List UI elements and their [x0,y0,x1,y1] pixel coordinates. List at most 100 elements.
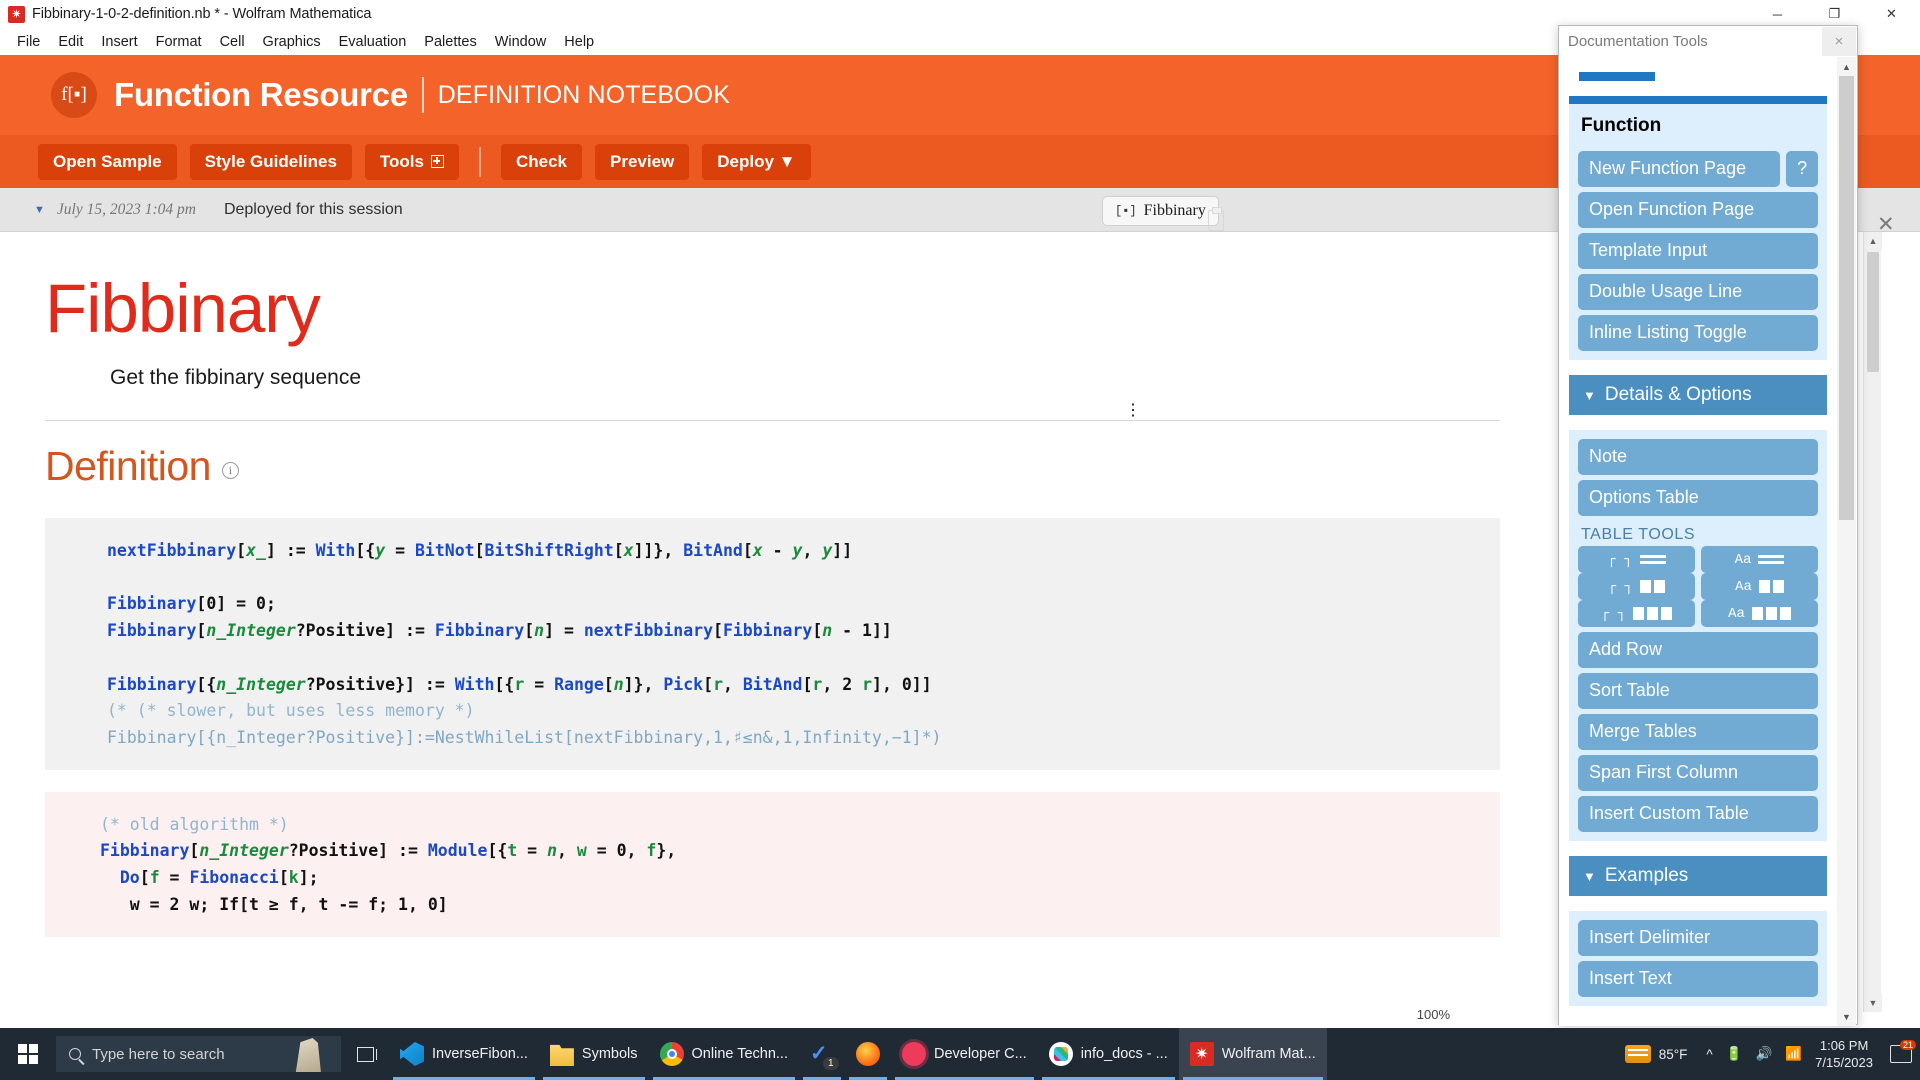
function-help-button[interactable]: ? [1786,151,1818,187]
table-bracket-2-button[interactable]: ┌ ┐ [1578,573,1695,600]
code-token: [ [278,868,289,888]
menu-evaluation[interactable]: Evaluation [330,32,416,52]
deployment-date: July 15, 2023 1:04 pm [56,200,196,218]
menu-format[interactable]: Format [147,32,211,52]
taskbar-item-label: Developer C... [934,1046,1027,1062]
minimize-button[interactable]: ─ [1749,0,1806,28]
code-token: ]; [298,868,319,888]
style-guidelines-button[interactable]: Style Guidelines [189,143,352,180]
start-button[interactable] [0,1028,56,1080]
taskbar-item[interactable]: info_docs - ... [1038,1028,1179,1080]
code-token: ?Positive}] := [305,674,455,694]
chevron-down-icon[interactable]: ▼ [34,204,45,216]
check-button[interactable]: Check [500,143,583,180]
code-token: , 2 [822,674,863,694]
options-table-button[interactable]: Options Table [1578,480,1818,516]
code-cell-old-algorithm[interactable]: (* old algorithm *) Fibbinary[n_Integer?P… [45,791,1500,937]
taskbar-item[interactable] [845,1028,891,1080]
close-button[interactable]: ✕ [1863,0,1920,28]
palette-scrollbar-thumb[interactable] [1839,76,1854,520]
preview-button[interactable]: Preview [595,143,690,180]
insert-custom-table-button[interactable]: Insert Custom Table [1578,796,1818,832]
code-token: [ [189,841,200,861]
scroll-up-icon[interactable]: ▲ [1864,232,1882,250]
palette-scroll-down-icon[interactable]: ▼ [1837,1007,1856,1026]
taskbar-item[interactable]: ✷ Wolfram Mat... [1178,1028,1327,1080]
info-icon[interactable]: i [221,462,239,479]
palette-group-function: Function New Function Page ? Open Functi… [1569,96,1827,360]
window-title: Fibbinary-1-0-2-definition.nb * - Wolfra… [32,6,372,22]
windows-taskbar: Type here to search InverseFibon... Symbo… [0,1028,1920,1080]
show-hidden-icons[interactable]: ^ [1706,1047,1712,1062]
task-view-button[interactable] [341,1028,389,1080]
note-button[interactable]: Note [1578,439,1818,475]
zoom-level[interactable]: 100% [1417,1007,1450,1022]
table-bracket-1-button[interactable]: ┌ ┐ [1578,546,1695,573]
record-icon [902,1042,926,1066]
menu-window[interactable]: Window [486,32,556,52]
menu-cell[interactable]: Cell [211,32,254,52]
menu-graphics[interactable]: Graphics [254,32,330,52]
menu-insert[interactable]: Insert [92,32,146,52]
menu-edit[interactable]: Edit [49,32,92,52]
notifications-button[interactable]: 21 [1890,1040,1916,1063]
scrollbar-thumb[interactable] [1867,252,1879,372]
taskbar-item[interactable]: InverseFibon... [389,1028,539,1080]
taskbar-item[interactable]: Online Techn... [649,1028,799,1080]
table-aa-3-button[interactable]: Aa [1701,600,1818,627]
volume-icon[interactable]: 🔊 [1756,1046,1773,1062]
weather-widget[interactable]: 85°F [1624,1045,1687,1063]
examples-section-header[interactable]: ▼ Examples [1569,856,1827,896]
taskbar-item[interactable]: Developer C... [891,1028,1038,1080]
deploy-button[interactable]: Deploy ▼ [702,143,811,180]
clipboard-icon[interactable] [1208,207,1224,231]
network-icon[interactable]: 📶 [1785,1046,1802,1062]
battery-icon[interactable]: 🔋 [1726,1046,1743,1062]
code-token: - [762,541,793,560]
menu-help[interactable]: Help [555,32,603,52]
code-line: nextFibbinary[x_] := With[{y = BitNot[Bi… [107,538,1500,565]
new-function-page-button[interactable]: New Function Page [1578,151,1781,187]
code-token: ]]}, [633,541,684,560]
table-bracket-3-button[interactable]: ┌ ┐ [1578,600,1695,627]
table-aa-1-button[interactable]: Aa [1701,546,1818,573]
insert-delimiter-button[interactable]: Insert Delimiter [1578,920,1818,956]
notebook-scrollbar[interactable]: ▲ ▼ [1863,232,1882,1012]
palette-scroll-up-icon[interactable]: ▲ [1837,57,1856,76]
scroll-down-icon[interactable]: ▼ [1864,994,1882,1012]
sort-table-button[interactable]: Sort Table [1578,673,1818,709]
palette-function-heading: Function [1581,115,1662,136]
inline-listing-toggle-button[interactable]: Inline Listing Toggle [1578,315,1818,351]
add-row-button[interactable]: Add Row [1578,632,1818,668]
double-usage-line-button[interactable]: Double Usage Line [1578,274,1818,310]
code-token: x [623,541,634,560]
desktop-root: ✷ Fibbinary-1-0-2-definition.nb * - Wolf… [0,0,1920,1080]
palette-close-icon[interactable]: × [1822,27,1856,56]
open-function-page-button[interactable]: Open Function Page [1578,192,1818,228]
code-cell-definition[interactable]: nextFibbinary[x_] := With[{y = BitNot[Bi… [45,518,1500,770]
code-token: x [752,541,763,560]
open-sample-button[interactable]: Open Sample [38,143,177,180]
table-aa-2-button[interactable]: Aa [1701,573,1818,600]
taskbar-item[interactable]: Symbols [539,1028,649,1080]
palette-title: Documentation Tools [1559,26,1857,57]
palette-scrollbar[interactable]: ▲ ▼ [1837,57,1856,1026]
span-first-column-button[interactable]: Span First Column [1578,755,1818,791]
template-input-button[interactable]: Template Input [1578,233,1818,269]
code-token: n [613,674,624,694]
tools-button[interactable]: Tools [364,143,459,180]
details-options-section-header[interactable]: ▼ Details & Options [1569,375,1827,415]
maximize-button[interactable]: ❐ [1806,0,1863,28]
merge-tables-button[interactable]: Merge Tables [1578,714,1818,750]
menu-file[interactable]: File [8,32,49,52]
taskbar-item[interactable]: ✓ 1 [799,1028,845,1080]
menu-palettes[interactable]: Palettes [415,32,485,52]
clock[interactable]: 1:06 PM 7/15/2023 [1815,1037,1873,1071]
code-token: = [524,674,555,694]
search-input[interactable]: Type here to search [56,1036,341,1072]
function-chip[interactable]: [▪] Fibbinary [1102,196,1219,226]
toolbar-divider [478,146,481,177]
insert-text-button[interactable]: Insert Text [1578,961,1818,997]
